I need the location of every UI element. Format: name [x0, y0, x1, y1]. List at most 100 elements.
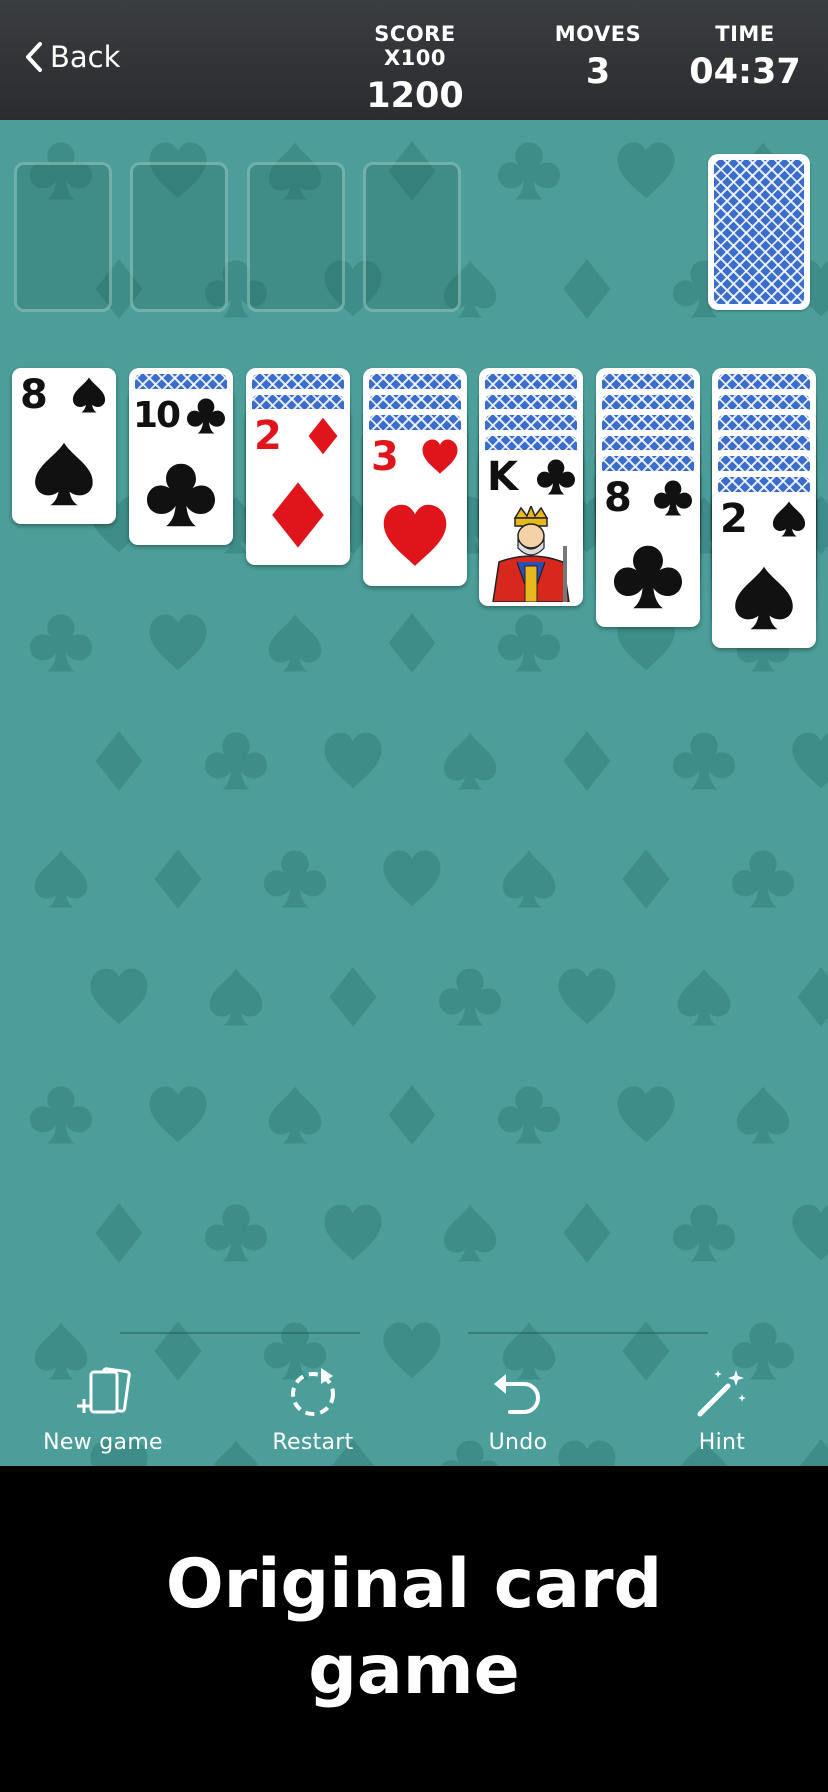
moves-value: 3 — [585, 52, 611, 92]
heart-icon — [383, 504, 447, 566]
foundation-slot-1[interactable] — [14, 162, 112, 312]
felt-suit-motif — [264, 850, 326, 908]
felt-suit-motif — [558, 968, 616, 1025]
new-game-button[interactable]: New game — [18, 1360, 188, 1455]
foundation-slot-2[interactable] — [130, 162, 228, 312]
felt-suit-motif — [673, 1204, 735, 1262]
card-corner-suit — [304, 417, 342, 459]
undo-label: Undo — [488, 1430, 548, 1455]
felt-suit-motif — [268, 1086, 322, 1144]
card-center-suit — [614, 543, 682, 615]
tableau-card[interactable]: 8 — [596, 471, 700, 627]
hint-button[interactable]: Hint — [637, 1360, 807, 1455]
felt-suit-motif — [498, 142, 560, 200]
tableau-card[interactable]: 2 — [712, 491, 816, 648]
restart-icon — [291, 1368, 335, 1416]
time-stat: TIME 04:37 — [680, 22, 810, 92]
tableau-card[interactable]: K — [479, 450, 583, 607]
club-icon — [537, 459, 575, 495]
spade-icon — [735, 566, 793, 629]
restart-button[interactable]: Restart — [228, 1360, 398, 1455]
card-rank: 2 — [254, 413, 282, 460]
felt-suit-motif — [30, 1086, 92, 1144]
spade-icon — [72, 377, 106, 413]
card-center-suit — [730, 564, 798, 636]
felt-suit-motif — [205, 1204, 267, 1262]
score-label: SCORE X100 — [374, 22, 456, 70]
card-back-pattern — [714, 160, 804, 304]
stock-pile[interactable] — [708, 154, 810, 310]
card-center-suit — [147, 461, 215, 533]
undo-icon — [494, 1374, 540, 1414]
felt-suit-motif — [30, 614, 92, 672]
foundation-slot-4[interactable] — [363, 162, 461, 312]
tableau-card[interactable]: 10 — [129, 388, 233, 545]
felt-suit-motif — [622, 849, 670, 909]
tableau-card[interactable]: 2 — [246, 409, 350, 566]
foundation-slot-3[interactable] — [247, 162, 345, 312]
felt-suit-motif — [205, 732, 267, 790]
score-value: 1200 — [366, 76, 464, 116]
felt-suit-motif — [95, 731, 143, 791]
felt-suit-motif — [324, 1204, 382, 1261]
felt-suit-motif — [563, 1203, 611, 1263]
felt-suit-motif — [498, 614, 560, 672]
felt-suit-motif — [154, 849, 202, 909]
bottom-toolbar: New game Restart Undo Hint — [0, 1330, 828, 1466]
tableau-card[interactable]: 3 — [363, 429, 467, 586]
hint-label: Hint — [698, 1430, 746, 1455]
felt-suit-motif — [34, 850, 88, 908]
game-table: 8 10 2 3 K 8 2 New game Restart Undo Hin… — [0, 120, 828, 1466]
felt-suit-motif — [677, 968, 731, 1026]
card-corner-suit — [421, 438, 459, 480]
felt-suit-motif — [617, 142, 675, 199]
new-game-label: New game — [43, 1430, 163, 1455]
felt-suit-motif — [617, 1086, 675, 1143]
card-rank: 3 — [371, 433, 399, 480]
felt-suit-motif — [209, 968, 263, 1026]
felt-suit-motif — [90, 968, 148, 1025]
felt-pattern — [30, 141, 828, 1466]
card-corner-suit — [770, 500, 808, 542]
back-button[interactable]: Back — [24, 40, 120, 74]
felt-suit-motif — [502, 850, 556, 908]
diamond-icon — [308, 417, 338, 455]
card-corner-suit — [187, 397, 225, 439]
promo-banner: Original card game — [0, 1466, 828, 1792]
card-rank: 8 — [20, 372, 48, 418]
felt-suit-motif — [149, 1086, 207, 1143]
card-center-suit — [30, 440, 98, 512]
felt-suit-motif — [673, 732, 735, 790]
felt-suit-motif — [732, 850, 794, 908]
chevron-left-icon — [26, 42, 42, 72]
spade-icon — [772, 501, 806, 537]
club-icon — [614, 545, 682, 609]
score-stat: SCORE X100 1200 — [340, 22, 490, 116]
felt-suit-motif — [268, 614, 322, 672]
felt-suit-motif — [736, 1086, 790, 1144]
felt-suit-motif — [383, 850, 441, 907]
felt-suit-motif — [563, 731, 611, 791]
moves-stat: MOVES 3 — [548, 22, 648, 92]
tableau-card[interactable]: 8 — [12, 368, 116, 524]
felt-suit-motif — [388, 1085, 436, 1145]
magic-wand-icon — [697, 1370, 746, 1417]
club-icon — [187, 398, 225, 434]
felt-suit-motif — [439, 968, 501, 1026]
king-portrait — [492, 506, 570, 603]
undo-button[interactable]: Undo — [433, 1360, 603, 1455]
felt-suit-motif — [792, 1204, 828, 1261]
promo-line-2: game — [308, 1631, 520, 1710]
club-icon — [654, 480, 692, 516]
time-label: TIME — [715, 22, 775, 46]
card-rank: 2 — [720, 495, 748, 542]
new-game-icon — [77, 1367, 131, 1414]
card-corner-suit — [70, 376, 108, 418]
felt-suit-motif — [792, 732, 828, 789]
felt-suit-motif — [563, 259, 611, 319]
felt-suit-motif — [149, 614, 207, 671]
felt-suit-motif — [443, 1204, 497, 1262]
time-value: 04:37 — [689, 52, 801, 92]
promo-line-1: Original card — [165, 1545, 663, 1624]
promo-headline: Original card game — [0, 1542, 828, 1714]
